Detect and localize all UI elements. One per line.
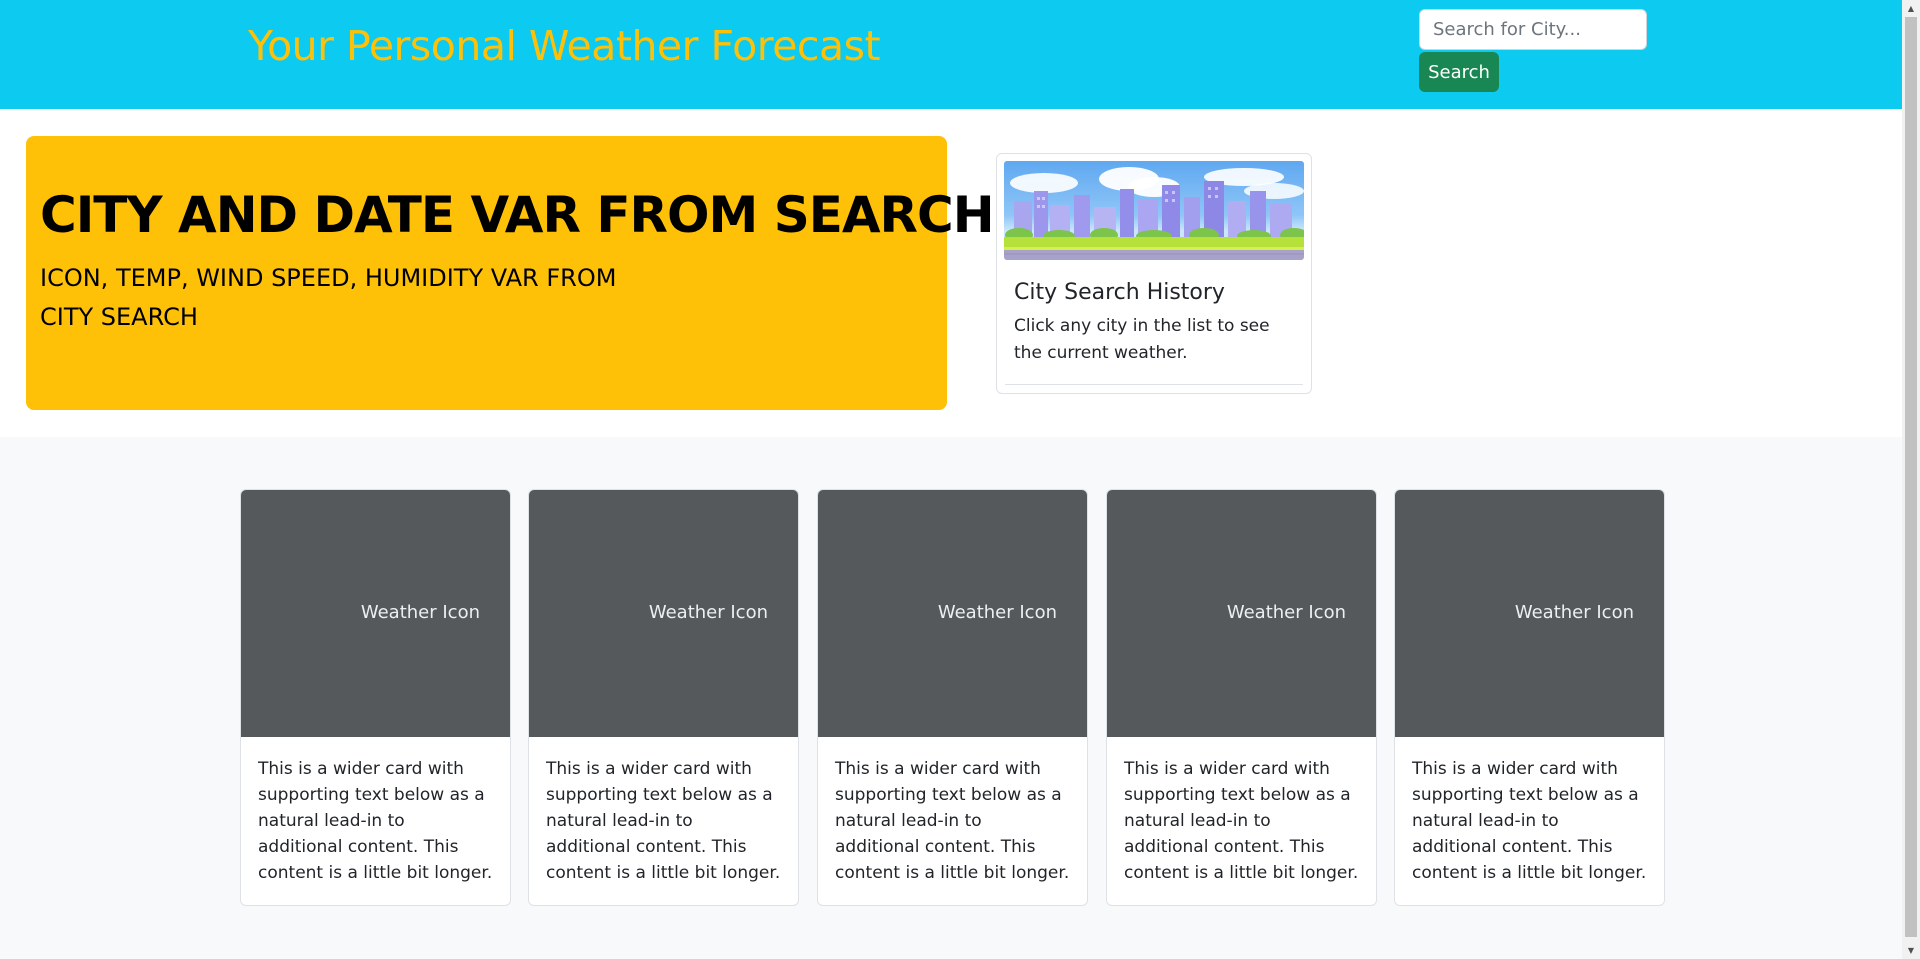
- forecast-card-text: This is a wider card with supporting tex…: [258, 759, 493, 883]
- weather-icon-placeholder: Weather Icon: [241, 490, 510, 737]
- current-weather-panel: CITY AND DATE VAR FROM SEARCH ICON, TEMP…: [26, 136, 995, 410]
- weather-icon-placeholder: Weather Icon: [1395, 490, 1664, 737]
- weather-icon-placeholder: Weather Icon: [1107, 490, 1376, 737]
- search-history-text: Click any city in the list to see the cu…: [1014, 316, 1270, 363]
- site-title: Your Personal Weather Forecast: [248, 22, 881, 70]
- current-weather-details: ICON, TEMP, WIND SPEED, HUMIDITY VAR FRO…: [40, 264, 617, 331]
- forecast-card-text: This is a wider card with supporting tex…: [835, 759, 1070, 883]
- top-section: CITY AND DATE VAR FROM SEARCH ICON, TEMP…: [0, 109, 1902, 437]
- forecast-card-text: This is a wider card with supporting tex…: [1124, 759, 1359, 883]
- city-skyline-image: [1004, 161, 1304, 260]
- forecast-card: Weather Icon This is a wider card with s…: [240, 489, 511, 906]
- search-history-card: City Search History Click any city in th…: [996, 153, 1312, 394]
- search-history-title: City Search History: [1014, 280, 1225, 305]
- forecast-section: Weather Icon This is a wider card with s…: [0, 437, 1902, 959]
- forecast-card-text: This is a wider card with supporting tex…: [1412, 759, 1647, 883]
- weather-icon-placeholder: Weather Icon: [818, 490, 1087, 737]
- weather-icon-label: Weather Icon: [360, 602, 480, 623]
- weather-icon-label: Weather Icon: [937, 602, 1057, 623]
- scroll-up-arrow-icon[interactable]: ▲: [1902, 0, 1920, 17]
- forecast-card: Weather Icon This is a wider card with s…: [528, 489, 799, 906]
- weather-icon-placeholder: Weather Icon: [529, 490, 798, 737]
- forecast-card: Weather Icon This is a wider card with s…: [817, 489, 1088, 906]
- weather-icon-label: Weather Icon: [1514, 602, 1634, 623]
- weather-icon-label: Weather Icon: [1226, 602, 1346, 623]
- search-button[interactable]: Search: [1419, 52, 1499, 92]
- search-history-body: City Search History Click any city in th…: [1004, 260, 1304, 367]
- forecast-card-text: This is a wider card with supporting tex…: [546, 759, 781, 883]
- current-weather-title: CITY AND DATE VAR FROM SEARCH: [40, 186, 995, 244]
- forecast-card: Weather Icon This is a wider card with s…: [1394, 489, 1665, 906]
- site-header: Your Personal Weather Forecast Search: [0, 0, 1902, 109]
- city-search-input[interactable]: [1419, 9, 1647, 50]
- weather-icon-label: Weather Icon: [648, 602, 768, 623]
- vertical-scrollbar[interactable]: ▲ ▼: [1902, 0, 1920, 959]
- forecast-card: Weather Icon This is a wider card with s…: [1106, 489, 1377, 906]
- scroll-down-arrow-icon[interactable]: ▼: [1902, 942, 1920, 959]
- search-history-divider: [1005, 384, 1303, 385]
- scroll-thumb[interactable]: [1905, 17, 1917, 937]
